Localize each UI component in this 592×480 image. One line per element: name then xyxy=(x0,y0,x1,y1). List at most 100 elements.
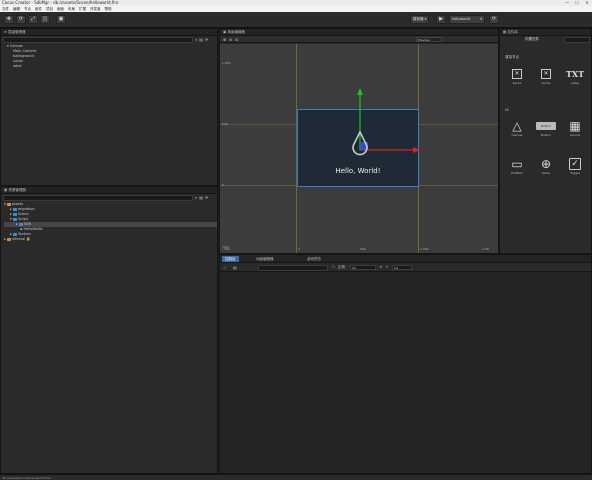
zoom-icon[interactable]: ⊕ xyxy=(223,37,226,42)
sort-icon[interactable]: ▤ xyxy=(199,195,203,201)
platform-select[interactable]: 模拟器 ▾ xyxy=(410,15,430,24)
tab-game-preview[interactable]: 游戏预览 xyxy=(304,256,324,262)
button-icon: Button xyxy=(536,122,556,130)
section-render-nodes: 渲染节点 xyxy=(505,55,519,59)
play-icon[interactable]: ▶ xyxy=(436,15,446,24)
search-icon[interactable]: ⌕ xyxy=(195,195,197,201)
toggle-icon: ✓ xyxy=(569,158,581,170)
transform-gizmo[interactable] xyxy=(330,88,420,163)
filter-icon[interactable]: ▤ xyxy=(233,265,237,270)
tree-item-label-node[interactable]: label xyxy=(7,64,217,69)
widget-label: Slider xyxy=(541,171,551,175)
layout-icon: ▦ xyxy=(569,119,581,133)
sprite-icon: ✕ xyxy=(512,69,522,79)
tab-animation[interactable]: 动画编辑器 xyxy=(253,256,277,262)
assets-panel: ▦ 资源管理器 ⌕ ▤ ⟳ ▾ assets ▸ migration ▸ Sce… xyxy=(0,186,218,474)
hierarchy-panel: ≡ 层级管理器 ⌕ ▤ ⟳ ▾ Canvas Main Camera backg… xyxy=(0,28,218,186)
widget-sprite-splash[interactable]: ✕ Sprite xyxy=(533,67,559,85)
asset-label: Scene xyxy=(17,212,29,216)
status-bar: db://assets/Scene/helloworld.fire xyxy=(0,474,592,480)
asset-label: migration xyxy=(17,207,35,211)
widgets-search-input[interactable] xyxy=(564,37,590,43)
widgets-header: ▦ 控件库 xyxy=(500,29,591,36)
folder-icon xyxy=(12,212,17,216)
scene-viewport[interactable]: 1,000 500 0 -500 -500 0 500 1,000 1,50 H… xyxy=(220,44,498,253)
console-tabs: 控制台 动画编辑器 游戏预览 xyxy=(220,255,591,263)
y-tick: 0 xyxy=(222,183,224,187)
hello-world-label[interactable]: Hello, World! xyxy=(298,167,418,175)
log-level-select[interactable]: All xyxy=(350,265,376,270)
main-toolbar: ✥ ⟳ ⤢ ◫ ▣ 模拟器 ▾ ▶ helloworld ▾ ⟳ xyxy=(0,12,592,28)
fit-icon[interactable]: ⊡ xyxy=(235,37,238,42)
clear-icon[interactable]: ⊘ xyxy=(223,265,226,270)
rotate-tool-button[interactable]: ⟳ xyxy=(16,15,26,24)
x-tick: 0 xyxy=(298,247,300,251)
widget-label: EditBox xyxy=(511,171,523,175)
assets-header: ▦ 资源管理器 xyxy=(1,187,217,194)
collapse-icon[interactable]: ▤ xyxy=(199,37,203,43)
scene-select[interactable]: helloworld ▾ xyxy=(449,15,485,24)
widget-label: Canvas xyxy=(511,133,523,137)
asset-label: SDK xyxy=(23,222,32,226)
anchor-button[interactable]: ▣ xyxy=(56,15,66,24)
tab-builtin[interactable]: 内置控件 xyxy=(525,37,539,42)
asset-label: internal 🔒 xyxy=(11,237,31,241)
refresh-icon[interactable]: ⟳ xyxy=(205,195,208,201)
widget-canvas[interactable]: △ Canvas xyxy=(504,119,530,137)
asset-label: assets xyxy=(11,202,24,206)
refresh-icon[interactable]: ⟳ xyxy=(205,37,208,43)
widget-toggle[interactable]: ✓ Toggle xyxy=(562,157,588,175)
folder-icon xyxy=(6,202,11,206)
move-tool-button[interactable]: ✥ xyxy=(4,15,14,24)
x-tick: 1,50 xyxy=(482,247,489,251)
widget-sprite[interactable]: ✕ Sprite xyxy=(504,67,530,85)
x-tick: -500 xyxy=(223,247,230,251)
widget-label: Sprite xyxy=(512,81,522,85)
refresh-icon[interactable]: ⟳ xyxy=(489,15,499,24)
rect-tool-button[interactable]: ◫ xyxy=(40,15,50,24)
hierarchy-search-input[interactable] xyxy=(3,37,193,43)
section-ui: UI xyxy=(505,108,509,112)
scene-header: ▣ 场景编辑器 xyxy=(220,29,498,36)
text-icon: TXT xyxy=(565,69,585,79)
y-tick: 1,000 xyxy=(222,61,231,65)
tree-item-label: Canvas xyxy=(9,44,23,48)
font-size-icon: T xyxy=(386,265,388,269)
widget-label: Toggle xyxy=(570,171,580,175)
search-icon[interactable]: ⌕ xyxy=(195,37,197,43)
scene-select-label: helloworld xyxy=(452,17,471,21)
widget-editbox[interactable]: ▭ EditBox xyxy=(504,157,530,175)
assets-search-input[interactable] xyxy=(3,195,193,201)
chevron-down-icon: ▾ xyxy=(480,17,482,21)
scene-panel: ▣ 场景编辑器 ⊕ ⊖ ⊡ Preview 使用鼠标右键平移视窗焦点，使用滚轮缩… xyxy=(219,28,499,254)
tab-console[interactable]: 控制台 xyxy=(222,256,239,262)
widget-layout[interactable]: ▦ Layout xyxy=(562,119,588,137)
mode-select[interactable]: Preview xyxy=(416,37,442,42)
scale-tool-button[interactable]: ⤢ xyxy=(28,15,38,24)
asset-label: HelloWorld xyxy=(23,227,43,231)
scene-toolbar: ⊕ ⊖ ⊡ Preview xyxy=(220,36,498,43)
asset-item[interactable]: ▸ internal 🔒 xyxy=(4,237,217,242)
hierarchy-title: 层级管理器 xyxy=(8,30,26,34)
font-size-select[interactable]: 14 xyxy=(392,265,412,270)
console-panel: 控制台 动画编辑器 游戏预览 ⊘ ▤ ☐ 正则 All ▾ T 14 xyxy=(219,254,592,474)
widget-slider[interactable]: ⊕ Slider xyxy=(533,157,559,175)
widgets-panel: ▦ 控件库 内置控件 渲染节点 UI ✕ Sprite ✕ Sprite TXT… xyxy=(499,28,592,254)
widget-label-node[interactable]: TXT Label xyxy=(562,67,588,85)
folder-icon xyxy=(6,237,11,241)
widgets-tabs: 内置控件 xyxy=(500,36,591,44)
x-arrow-head xyxy=(413,147,420,153)
collapse-icon[interactable]: ▾ xyxy=(380,265,382,269)
folder-icon xyxy=(12,207,17,211)
widgets-title: 控件库 xyxy=(507,30,518,34)
zoom-out-icon[interactable]: ⊖ xyxy=(229,37,232,42)
assets-title: 资源管理器 xyxy=(8,188,26,192)
asset-label: Texture xyxy=(17,232,31,236)
widget-button[interactable]: Button Button xyxy=(533,119,559,137)
asset-label: Script xyxy=(17,217,29,221)
console-filter-input[interactable] xyxy=(258,265,328,271)
x-tick: 500 xyxy=(360,247,366,251)
x-tick: 1,000 xyxy=(420,247,429,251)
folder-icon xyxy=(18,222,23,226)
regex-checkbox[interactable]: ☐ xyxy=(332,265,335,269)
